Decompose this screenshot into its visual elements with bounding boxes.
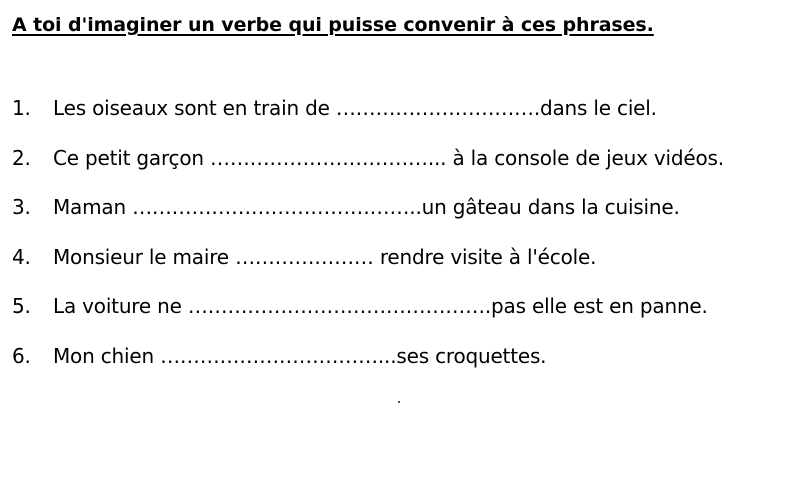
list-item: 3. Maman ……………………………………..un gâteau dans … bbox=[12, 195, 724, 245]
item-number: 1. bbox=[12, 96, 31, 120]
list-item: 4. Monsieur le maire ………………… rendre visi… bbox=[12, 245, 724, 295]
item-number: 2. bbox=[12, 145, 31, 170]
sentence-text: Les oiseaux sont en train de ………………………….… bbox=[53, 96, 657, 120]
item-number: 5. bbox=[12, 294, 31, 319]
sentence-text: Monsieur le maire ………………… rendre visite … bbox=[53, 244, 597, 269]
stray-dot bbox=[398, 401, 400, 403]
list-item: 1. Les oiseaux sont en train de ……………………… bbox=[12, 96, 724, 146]
item-number: 4. bbox=[12, 244, 31, 269]
list-item: 6. Mon chien ……………………………...ses croquette… bbox=[12, 344, 724, 394]
sentence-text: Maman ……………………………………..un gâteau dans la … bbox=[53, 195, 680, 220]
exercise-title: A toi d'imaginer un verbe qui puisse con… bbox=[12, 14, 654, 36]
sentence-text: Ce petit garçon ……………………………... à la cons… bbox=[53, 145, 724, 170]
list-item: 5. La voiture ne ……………………………………….pas ell… bbox=[12, 294, 724, 344]
sentence-text: La voiture ne ……………………………………….pas elle e… bbox=[53, 294, 708, 319]
item-number: 6. bbox=[12, 343, 31, 368]
item-number: 3. bbox=[12, 195, 31, 220]
list-item: 2. Ce petit garçon ……………………………... à la c… bbox=[12, 146, 724, 196]
sentence-text: Mon chien ……………………………...ses croquettes. bbox=[53, 343, 547, 368]
sentence-list: 1. Les oiseaux sont en train de ……………………… bbox=[12, 96, 724, 394]
